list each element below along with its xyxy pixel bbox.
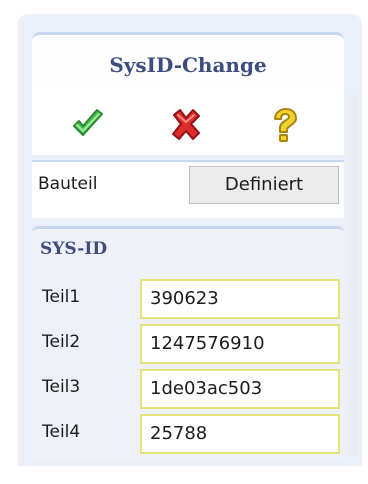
panel-scrollbar[interactable] xyxy=(348,95,358,455)
bauteil-value-field[interactable]: Definiert xyxy=(189,166,339,204)
check-icon[interactable] xyxy=(68,105,108,145)
teil2-field[interactable]: 1247576910 xyxy=(140,324,340,364)
teil3-field[interactable]: 1de03ac503 xyxy=(140,369,340,409)
teil2-label: Teil2 xyxy=(42,332,81,352)
teil4-field[interactable]: 25788 xyxy=(140,414,340,454)
help-icon[interactable] xyxy=(264,105,304,145)
sysid-group: SYS-ID Teil1 390623 Teil2 1247576910 Tei… xyxy=(32,226,344,461)
bauteil-row: Bauteil Definiert xyxy=(32,160,344,218)
teil1-label: Teil1 xyxy=(42,287,81,307)
teil3-label: Teil3 xyxy=(42,377,81,397)
sysid-title: SYS-ID xyxy=(40,239,108,259)
teil1-field[interactable]: 390623 xyxy=(140,279,340,319)
bauteil-label: Bauteil xyxy=(38,174,98,194)
teil4-label: Teil4 xyxy=(42,422,81,442)
dialog-title: SysID-Change xyxy=(109,53,267,77)
app-window: SysID-Change Bauteil Definiert SYS-ID Te… xyxy=(0,0,368,484)
close-icon[interactable] xyxy=(166,105,206,145)
dialog-header: SysID-Change xyxy=(32,32,344,155)
